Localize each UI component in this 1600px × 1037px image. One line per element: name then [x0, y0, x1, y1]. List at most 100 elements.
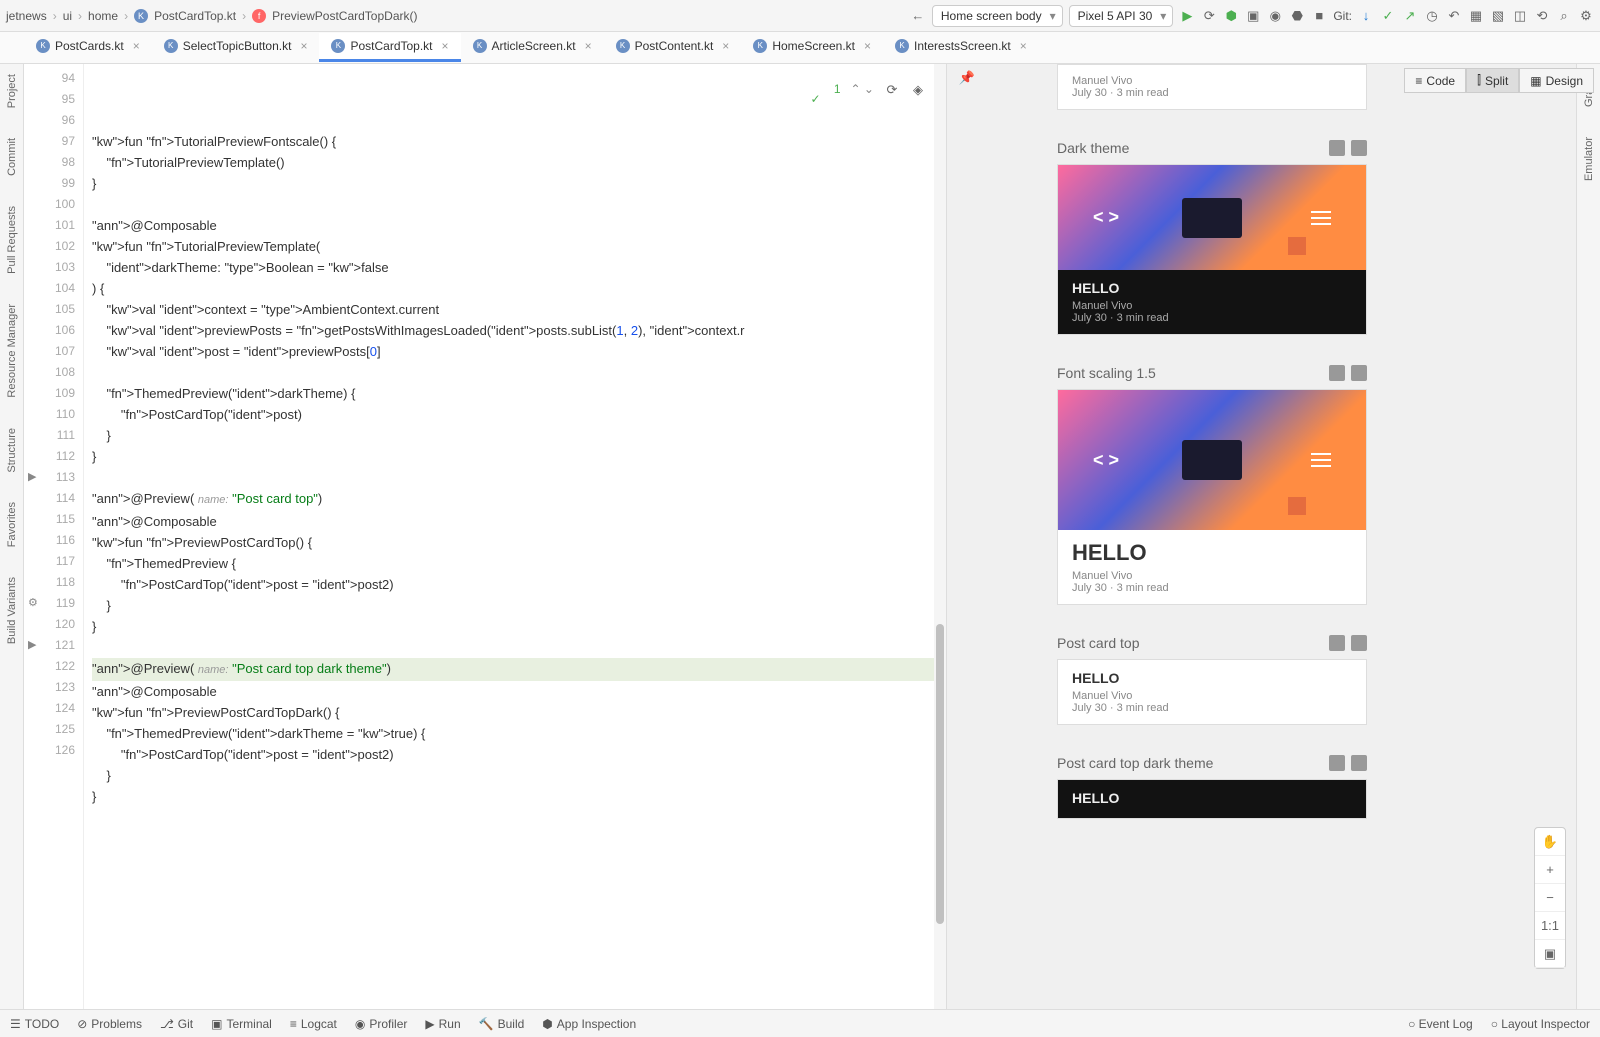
- design-view-button[interactable]: ▦ Design: [1519, 68, 1594, 93]
- editor-tab[interactable]: KSelectTopicButton.kt×: [152, 33, 320, 62]
- close-icon[interactable]: ×: [1020, 39, 1027, 53]
- git-update-icon[interactable]: ↓: [1358, 8, 1374, 24]
- run-config-dropdown[interactable]: Home screen body: [932, 5, 1063, 27]
- statusbar-tool[interactable]: ⬢ App Inspection: [542, 1017, 636, 1031]
- statusbar-tool[interactable]: ⊘ Problems: [77, 1017, 142, 1031]
- statusbar-tool[interactable]: ☰ TODO: [10, 1017, 59, 1031]
- zoom-in-icon[interactable]: +: [1535, 856, 1565, 884]
- tool-window-tab[interactable]: Build Variants: [6, 577, 18, 644]
- resource-manager-icon[interactable]: ◫: [1512, 8, 1528, 24]
- bc-function[interactable]: PreviewPostCardTopDark(): [272, 9, 417, 23]
- zoom-fit-icon[interactable]: ▣: [1535, 940, 1565, 968]
- right-tool-rail: GradleEmulator: [1576, 64, 1600, 1009]
- tool-icon: ⎇: [160, 1017, 174, 1031]
- run-icon[interactable]: ▶: [1179, 8, 1195, 24]
- tool-window-tab[interactable]: Resource Manager: [6, 304, 18, 398]
- stop-icon[interactable]: ■: [1311, 8, 1327, 24]
- search-icon[interactable]: ⌕: [1556, 8, 1572, 24]
- kotlin-file-icon: K: [895, 39, 909, 53]
- editor-tab[interactable]: KPostCardTop.kt×: [319, 33, 460, 62]
- preview-card[interactable]: HELLOManuel VivoJuly 30 · 3 min read: [1057, 659, 1367, 725]
- profiler-icon[interactable]: ◉: [1267, 8, 1283, 24]
- pin-icon[interactable]: 📌: [959, 70, 975, 86]
- interactive-preview-icon[interactable]: [1351, 365, 1367, 381]
- gutter-run-icon[interactable]: ⚙: [28, 593, 38, 614]
- bc-module[interactable]: ui: [63, 9, 72, 23]
- deploy-preview-icon[interactable]: [1329, 755, 1345, 771]
- sync-icon[interactable]: ⟲: [1534, 8, 1550, 24]
- tool-icon: ≡: [290, 1017, 297, 1031]
- interactive-preview-icon[interactable]: [1351, 635, 1367, 651]
- close-icon[interactable]: ×: [585, 39, 592, 53]
- back-icon[interactable]: ←: [910, 8, 926, 24]
- editor-tab[interactable]: KInterestsScreen.kt×: [883, 33, 1039, 62]
- settings-icon[interactable]: ⚙: [1578, 8, 1594, 24]
- statusbar-tool[interactable]: ⎇ Git: [160, 1017, 193, 1031]
- gutter-run-icon[interactable]: ▶: [28, 467, 36, 488]
- statusbar-tool[interactable]: ≡ Logcat: [290, 1017, 337, 1031]
- statusbar-tool[interactable]: ○ Layout Inspector: [1491, 1017, 1590, 1031]
- coverage-icon[interactable]: ▣: [1245, 8, 1261, 24]
- preview-card[interactable]: HELLO: [1057, 779, 1367, 819]
- interactive-preview-icon[interactable]: [1351, 755, 1367, 771]
- tool-window-tab[interactable]: Project: [6, 74, 18, 108]
- preview-card[interactable]: < >HELLOManuel VivoJuly 30 · 3 min read: [1057, 389, 1367, 605]
- close-icon[interactable]: ×: [722, 39, 729, 53]
- git-commit-icon[interactable]: ✓: [1380, 8, 1396, 24]
- statusbar-tool[interactable]: ◉ Profiler: [355, 1017, 408, 1031]
- deploy-preview-icon[interactable]: [1329, 365, 1345, 381]
- deploy-preview-icon[interactable]: [1329, 140, 1345, 156]
- inspection-widget[interactable]: ✓ 1 ⌃ ⌄ ⟳ ◈: [784, 68, 926, 110]
- editor-tab[interactable]: KPostCards.kt×: [24, 33, 152, 62]
- close-icon[interactable]: ×: [864, 39, 871, 53]
- tool-window-tab[interactable]: Favorites: [6, 502, 18, 547]
- preview-group: Dark theme< >HELLOManuel VivoJuly 30 · 3…: [967, 140, 1556, 335]
- preview-card[interactable]: < >HELLOManuel VivoJuly 30 · 3 min read: [1057, 164, 1367, 335]
- layers-icon[interactable]: ◈: [910, 81, 926, 97]
- code-view-button[interactable]: ≡ Code: [1404, 68, 1466, 93]
- attach-debugger-icon[interactable]: ⬣: [1289, 8, 1305, 24]
- editor-tab[interactable]: KHomeScreen.kt×: [741, 33, 883, 62]
- statusbar-tool[interactable]: ○ Event Log: [1408, 1017, 1473, 1031]
- close-icon[interactable]: ×: [133, 39, 140, 53]
- code-content[interactable]: ✓ 1 ⌃ ⌄ ⟳ ◈ "kw">fun "fn">TutorialPrevie…: [84, 64, 946, 1009]
- close-icon[interactable]: ×: [442, 39, 449, 53]
- sdk-manager-icon[interactable]: ▧: [1490, 8, 1506, 24]
- editor-tab[interactable]: KPostContent.kt×: [604, 33, 742, 62]
- zoom-out-icon[interactable]: −: [1535, 884, 1565, 912]
- git-push-icon[interactable]: ↗: [1402, 8, 1418, 24]
- git-history-icon[interactable]: ◷: [1424, 8, 1440, 24]
- apply-changes-icon[interactable]: ⟳: [1201, 8, 1217, 24]
- pan-icon[interactable]: ✋: [1535, 828, 1565, 856]
- bc-file[interactable]: PostCardTop.kt: [154, 9, 236, 23]
- debug-icon[interactable]: ⬢: [1223, 8, 1239, 24]
- git-rollback-icon[interactable]: ↶: [1446, 8, 1462, 24]
- bc-package[interactable]: home: [88, 9, 118, 23]
- tool-icon: ◉: [355, 1017, 365, 1031]
- avd-manager-icon[interactable]: ▦: [1468, 8, 1484, 24]
- statusbar-tool[interactable]: ▶ Run: [425, 1017, 460, 1031]
- bc-project[interactable]: jetnews: [6, 9, 47, 23]
- close-icon[interactable]: ×: [300, 39, 307, 53]
- tool-window-tab[interactable]: Pull Requests: [6, 206, 18, 274]
- tool-window-tab[interactable]: Commit: [6, 138, 18, 176]
- interactive-preview-icon[interactable]: [1351, 140, 1367, 156]
- editor-scrollbar[interactable]: [934, 64, 946, 1009]
- gutter-run-icon[interactable]: ▶: [28, 635, 36, 656]
- code-brackets-icon: < >: [1093, 207, 1119, 228]
- split-view-button[interactable]: ⫿ Split: [1466, 68, 1519, 93]
- statusbar-tool[interactable]: 🔨 Build: [479, 1017, 525, 1031]
- device-dropdown[interactable]: Pixel 5 API 30: [1069, 5, 1174, 27]
- left-tool-rail: Project Commit Pull Requests Resource Manag…: [0, 64, 24, 1009]
- tool-window-tab[interactable]: Emulator: [1583, 137, 1595, 181]
- preview-label: Post card top dark theme: [1057, 755, 1213, 771]
- refresh-icon[interactable]: ⟳: [884, 81, 900, 97]
- statusbar-tool[interactable]: ▣ Terminal: [211, 1017, 272, 1031]
- deploy-preview-icon[interactable]: [1329, 635, 1345, 651]
- zoom-ratio[interactable]: 1:1: [1535, 912, 1565, 940]
- tool-window-tab[interactable]: Structure: [6, 428, 18, 473]
- preview-group: Post card topHELLOManuel VivoJuly 30 · 3…: [967, 635, 1556, 725]
- editor-tab[interactable]: KArticleScreen.kt×: [461, 33, 604, 62]
- code-editor[interactable]: 9495969798991001011021031041051061071081…: [24, 64, 946, 1009]
- preview-card[interactable]: Manuel VivoJuly 30 · 3 min read: [1057, 64, 1367, 110]
